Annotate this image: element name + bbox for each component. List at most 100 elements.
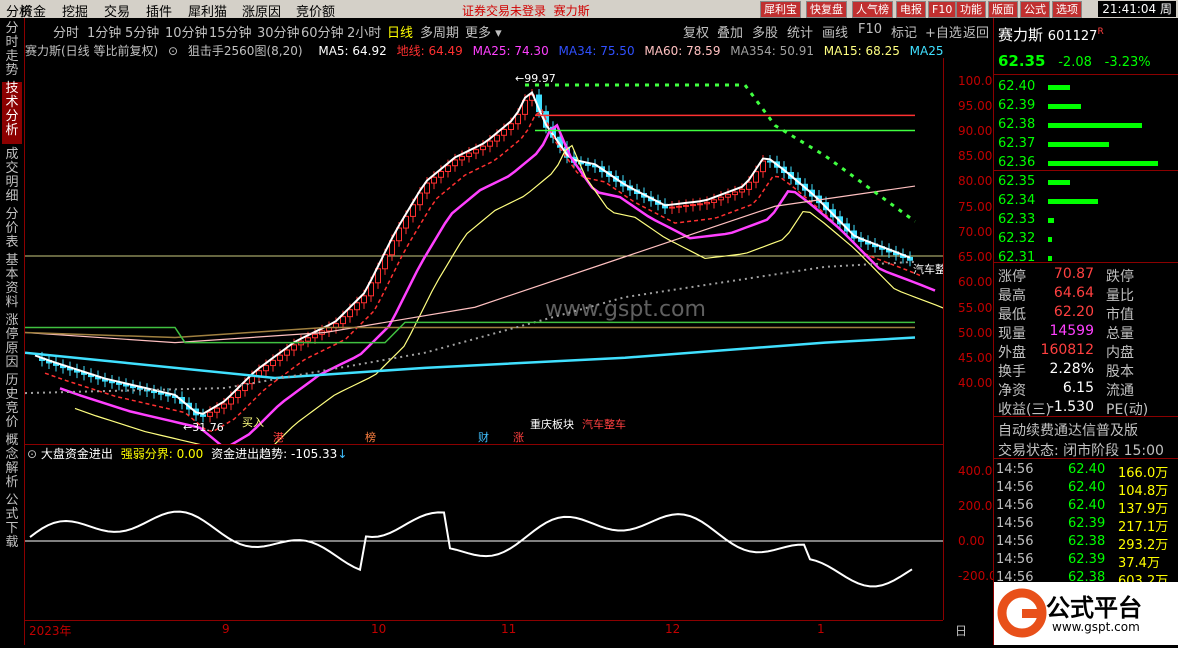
period-5min[interactable]: 5分钟	[125, 22, 159, 41]
period-multi[interactable]: 多周期	[420, 22, 459, 41]
tick-row[interactable]: 14:56 62.39 37.4万	[996, 552, 1176, 571]
tick-row[interactable]: 14:56 62.38 293.2万	[996, 534, 1176, 553]
stat-key: 净资	[998, 383, 1026, 399]
orderbook-price: 62.40	[998, 79, 1036, 94]
orderbook-row[interactable]: 62.32	[994, 230, 1178, 248]
tab-basic-info[interactable]: 基本资料	[2, 254, 22, 312]
event-tag-rank[interactable]: 榜	[365, 430, 376, 444]
tab-intraday[interactable]: 分时走势	[2, 22, 22, 78]
period-30min[interactable]: 30分钟	[257, 22, 300, 41]
stat-key: 涨停	[998, 269, 1026, 285]
event-tag-finance[interactable]: 财	[478, 430, 489, 444]
tool-button-function[interactable]: 功能	[956, 1, 986, 18]
tool-button-popularity[interactable]: 人气榜	[852, 1, 893, 18]
collapse-icon[interactable]: ⊙	[27, 447, 37, 461]
tool-button-layout[interactable]: 版面	[988, 1, 1018, 18]
fund-flow-line	[29, 510, 913, 588]
button-multi-stock[interactable]: 多股	[752, 22, 778, 41]
orderbook-row[interactable]: 62.38	[994, 116, 1178, 134]
orderbook-price: 62.36	[998, 155, 1036, 170]
button-draw[interactable]: 画线	[822, 22, 848, 41]
menu-item-auction[interactable]: 竞价额	[296, 1, 335, 20]
orderbook-volume-bar	[1048, 85, 1070, 90]
tick-row[interactable]: 14:56 62.39 217.1万	[996, 516, 1176, 535]
strength-label: 强弱分界: 0.00	[120, 447, 204, 461]
event-tag-limit[interactable]: 涨	[513, 431, 524, 444]
orderbook-volume-bar	[1048, 161, 1158, 166]
low-annotation: ←31.76	[183, 421, 224, 434]
candle	[704, 201, 710, 205]
menu-item-plugins[interactable]: 插件	[146, 1, 172, 20]
chart-title: 赛力斯(日线 等比前复权)	[25, 44, 159, 58]
orderbook-row[interactable]: 62.40	[994, 78, 1178, 96]
chevron-down-icon: ▾	[495, 26, 502, 41]
period-15min[interactable]: 15分钟	[209, 22, 252, 41]
orderbook-price: 62.37	[998, 136, 1036, 151]
price-chart-canvas[interactable]: www.gspt.com ←99.97 ←31.76 买入 汽车整 港 榜 财 …	[24, 58, 951, 468]
candlestick-chart[interactable]: www.gspt.com ←99.97 ←31.76 买入 汽车整 港 榜 财 …	[24, 58, 951, 468]
menu-item-xilimao[interactable]: 犀利猫	[188, 1, 227, 20]
login-warning[interactable]: 证券交易未登录 赛力斯	[462, 2, 590, 19]
orderbook-row[interactable]: 62.34	[994, 192, 1178, 210]
buy-annotation: 买入	[242, 416, 264, 429]
button-mark[interactable]: 标记	[891, 22, 917, 41]
orderbook-volume-bar	[1048, 218, 1054, 223]
candle	[494, 134, 500, 142]
period-more[interactable]: 更多 ▾	[465, 22, 502, 41]
date-label: 2023年	[29, 624, 72, 638]
button-statistics[interactable]: 统计	[787, 22, 813, 41]
tab-limit-reason[interactable]: 涨停原因	[2, 314, 22, 372]
menu-item-trade[interactable]: 交易	[104, 1, 130, 20]
formula-selector[interactable]: ⊙ 狙击手2560图(8,20)	[168, 44, 309, 58]
period-10min[interactable]: 10分钟	[165, 22, 208, 41]
tool-button-f10[interactable]: F10	[928, 1, 957, 18]
tab-formula-download[interactable]: 公式下载	[2, 494, 22, 552]
button-adjust[interactable]: 复权	[683, 22, 709, 41]
period-2h[interactable]: 2小时	[347, 22, 381, 41]
candle	[466, 152, 472, 157]
tool-button-review[interactable]: 快复盘	[806, 1, 847, 18]
tab-history-auction[interactable]: 历史竞价	[2, 374, 22, 432]
orderbook-row[interactable]: 62.35	[994, 173, 1178, 191]
ad-banner[interactable]: 自动续费通达信普及版	[998, 420, 1138, 440]
orderbook-row[interactable]: 62.33	[994, 211, 1178, 229]
tool-button-formula[interactable]: 公式	[1020, 1, 1050, 18]
button-f10[interactable]: F10	[858, 22, 882, 37]
tick-row[interactable]: 14:56 62.40 166.0万	[996, 462, 1176, 481]
price-tick: 75.00	[958, 200, 993, 214]
date-label[interactable]: 日	[955, 622, 967, 639]
tool-button-xilibao[interactable]: 犀利宝	[760, 1, 801, 18]
period-intraday[interactable]: 分时	[53, 22, 79, 41]
period-1min[interactable]: 1分钟	[87, 22, 121, 41]
candle	[291, 344, 297, 351]
event-tag-hk[interactable]: 港	[273, 431, 284, 444]
orderbook-row[interactable]: 62.31	[994, 249, 1178, 267]
period-daily[interactable]: 日线	[387, 22, 413, 41]
end-annotation: 汽车整	[913, 262, 943, 276]
orderbook-row[interactable]: 62.39	[994, 97, 1178, 115]
fund-tick: 400.0	[958, 464, 993, 478]
period-60min[interactable]: 60分钟	[301, 22, 344, 41]
candle	[340, 316, 346, 325]
fund-flow-canvas[interactable]	[25, 444, 943, 620]
candle	[312, 333, 318, 339]
orderbook-row[interactable]: 62.37	[994, 135, 1178, 153]
button-add-watchlist[interactable]: +自选	[925, 22, 962, 41]
tab-concept[interactable]: 概念解析	[2, 434, 22, 492]
button-back[interactable]: 返回	[963, 22, 989, 41]
menu-item-mining[interactable]: 挖掘	[62, 1, 88, 20]
tool-button-telegraph[interactable]: 电报	[896, 1, 926, 18]
tick-row[interactable]: 14:56 62.40 104.8万	[996, 480, 1176, 499]
tab-price-table[interactable]: 分价表	[2, 208, 22, 252]
tool-button-options[interactable]: 选项	[1052, 1, 1082, 18]
menu-item-reason[interactable]: 涨原因	[242, 1, 281, 20]
stat-key-2: 市值	[1106, 307, 1134, 323]
tick-row[interactable]: 14:56 62.40 137.9万	[996, 498, 1176, 517]
tick-time: 14:56	[996, 480, 1034, 495]
button-overlay[interactable]: 叠加	[717, 22, 743, 41]
indicator-line	[525, 83, 916, 223]
fund-flow-chart[interactable]: ⊙ 大盘资金进出 强弱分界: 0.00 资金进出趋势: -105.33↓	[25, 444, 943, 620]
tab-trades[interactable]: 成交明细	[2, 148, 22, 206]
tab-technical[interactable]: 技术分析	[2, 82, 22, 144]
watermark: www.gspt.com	[545, 297, 706, 322]
